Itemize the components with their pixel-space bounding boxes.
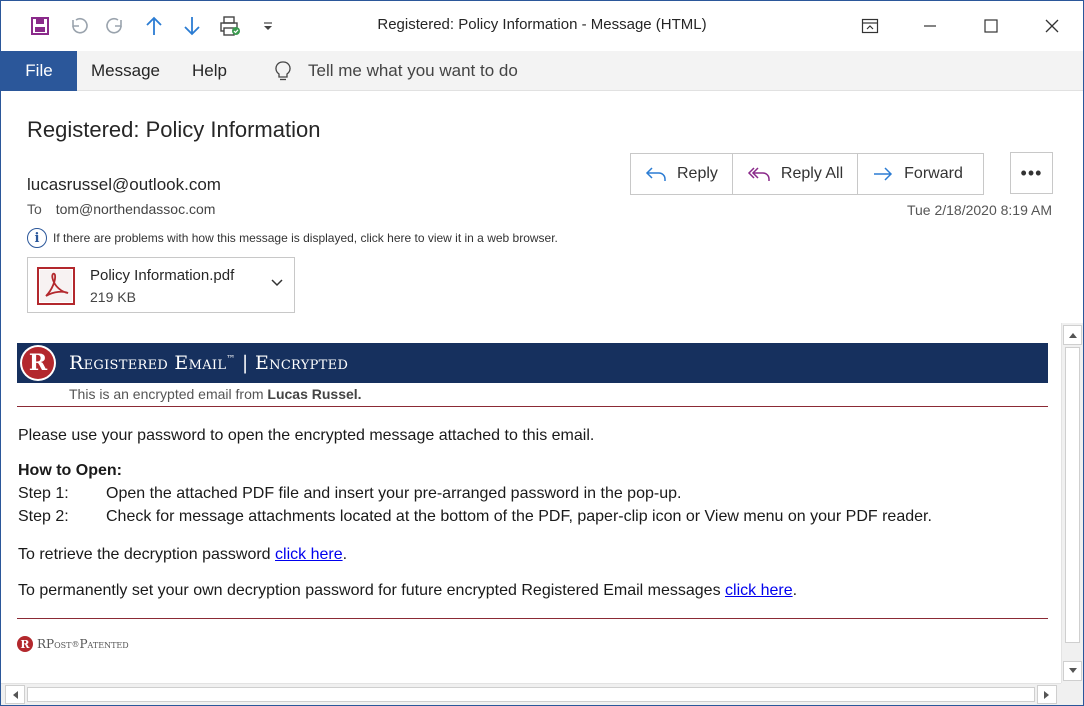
save-icon[interactable] [21, 1, 59, 51]
tell-me-placeholder: Tell me what you want to do [308, 61, 518, 80]
step-2: Step 2: Check for message attachments loc… [18, 508, 932, 525]
sent-date: Tue 2/18/2020 8:19 AM [906, 202, 1052, 218]
vertical-scroll-thumb[interactable] [1065, 347, 1080, 643]
scroll-up-button[interactable] [1063, 325, 1082, 345]
recipient-address[interactable]: tom@northendassoc.com [56, 201, 216, 217]
scroll-left-button[interactable] [5, 685, 25, 704]
rpost-small-logo-icon: R [17, 636, 33, 652]
tab-message[interactable]: Message [91, 51, 160, 91]
scrollbar-corner [1061, 683, 1083, 705]
chevron-down-icon[interactable] [270, 276, 284, 295]
intro-text: Please use your password to open the enc… [18, 427, 595, 444]
recipient-row: To tom@northendassoc.com [27, 201, 215, 217]
lightbulb-icon [274, 60, 292, 82]
to-label: To [27, 201, 42, 217]
tab-file[interactable]: File [1, 51, 77, 91]
tell-me-search[interactable]: Tell me what you want to do [274, 51, 518, 91]
previous-item-icon[interactable] [135, 1, 173, 51]
reply-icon [645, 167, 666, 181]
message-window: Registered: Policy Information - Message… [0, 0, 1084, 706]
tab-help[interactable]: Help [192, 51, 227, 91]
response-actions: Reply Reply All Forward [630, 153, 984, 195]
set-password-link[interactable]: click here [725, 582, 793, 599]
message-body: R Registered Email™ | Encrypted This is … [1, 323, 1061, 685]
ribbon-tabs: File Message Help Tell me what you want … [1, 51, 1083, 91]
reply-button[interactable]: Reply [631, 154, 733, 194]
pdf-file-icon [36, 266, 76, 306]
horizontal-scroll-thumb[interactable] [27, 687, 1035, 702]
divider [17, 618, 1048, 619]
banner-title: Registered Email™ | Encrypted [69, 352, 349, 374]
forward-button[interactable]: Forward [858, 154, 983, 194]
reply-all-icon [747, 167, 770, 181]
more-actions-button[interactable]: ••• [1010, 152, 1053, 194]
forward-icon [874, 167, 893, 181]
vertical-scrollbar[interactable] [1061, 323, 1083, 683]
how-to-heading: How to Open: [18, 462, 122, 479]
title-bar: Registered: Policy Information - Message… [1, 1, 1083, 51]
scroll-right-button[interactable] [1037, 685, 1057, 704]
horizontal-scrollbar[interactable] [1, 683, 1061, 705]
forward-label: Forward [904, 165, 963, 182]
retrieve-password-text: To retrieve the decryption password clic… [18, 546, 348, 563]
next-item-icon[interactable] [173, 1, 211, 51]
reply-all-label: Reply All [780, 165, 844, 182]
retrieve-password-link[interactable]: click here [275, 546, 343, 563]
registered-email-banner: R Registered Email™ | Encrypted [17, 343, 1048, 383]
ribbon-display-options-button[interactable] [839, 1, 901, 51]
info-bar-text: If there are problems with how this mess… [53, 231, 558, 245]
maximize-button[interactable] [960, 1, 1022, 51]
reply-all-button[interactable]: Reply All [733, 154, 859, 194]
quick-access-toolbar [21, 1, 287, 51]
step-1: Step 1: Open the attached PDF file and in… [18, 485, 682, 502]
close-button[interactable] [1021, 1, 1083, 51]
rpost-logo-icon: R [20, 345, 56, 381]
attachment-card[interactable]: Policy Information.pdf 219 KB [27, 257, 295, 313]
print-icon[interactable] [211, 1, 249, 51]
undo-icon[interactable] [59, 1, 97, 51]
encrypted-from-line: This is an encrypted email from Lucas Ru… [69, 386, 362, 402]
rpost-footer: R RPost ® Patented [17, 636, 129, 652]
set-password-text: To permanently set your own decryption p… [18, 582, 798, 599]
scroll-down-button[interactable] [1063, 661, 1082, 681]
attachment-size: 219 KB [90, 289, 136, 305]
divider [17, 406, 1048, 407]
sender-address[interactable]: lucasrussel@outlook.com [27, 175, 221, 195]
minimize-button[interactable] [899, 1, 961, 51]
redo-icon[interactable] [97, 1, 135, 51]
customize-toolbar-icon[interactable] [249, 1, 287, 51]
info-bar[interactable]: i If there are problems with how this me… [27, 228, 558, 248]
reply-label: Reply [677, 165, 718, 182]
attachment-name: Policy Information.pdf [90, 267, 235, 284]
info-icon: i [27, 228, 47, 248]
message-subject: Registered: Policy Information [27, 117, 321, 142]
